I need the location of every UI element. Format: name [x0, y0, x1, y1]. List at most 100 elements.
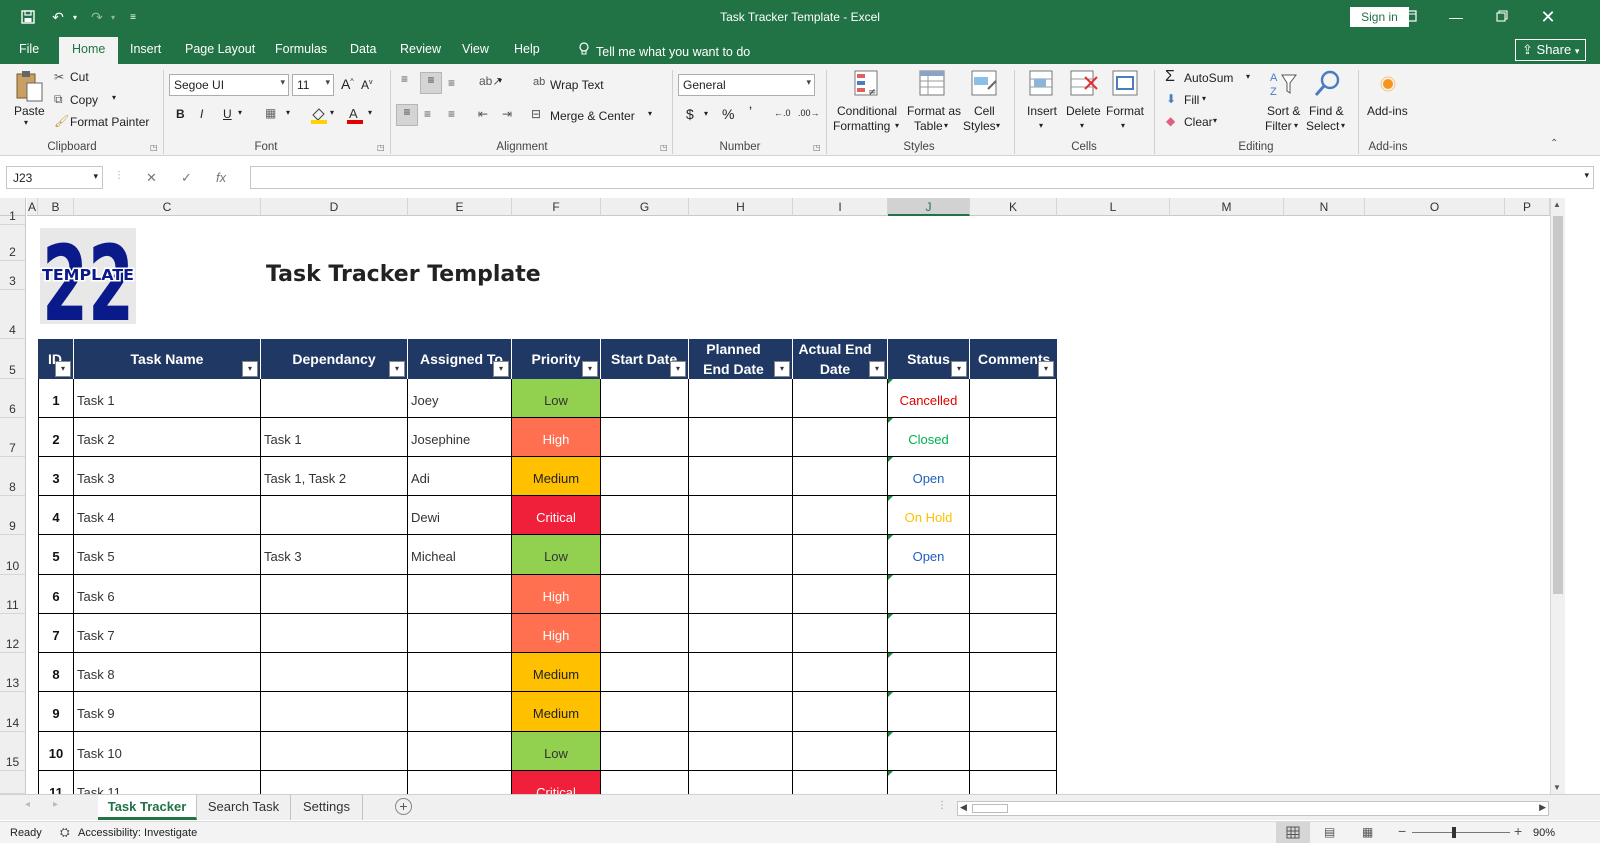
- tab-page-layout[interactable]: Page Layout: [185, 42, 255, 56]
- bold-button[interactable]: B: [176, 107, 185, 121]
- collapse-ribbon-icon[interactable]: ⌃: [1550, 138, 1558, 149]
- sheet-tab-settings[interactable]: Settings: [291, 795, 363, 820]
- align-middle-icon[interactable]: ≡: [420, 72, 442, 94]
- status-cell[interactable]: [888, 653, 970, 692]
- next-sheet-icon[interactable]: ▸: [53, 799, 58, 810]
- status-cell[interactable]: [888, 771, 970, 794]
- priority-cell[interactable]: High: [512, 575, 601, 614]
- align-right-icon[interactable]: ≡: [448, 107, 455, 121]
- planned-end-date-cell[interactable]: [689, 692, 793, 732]
- row-header[interactable]: 9: [0, 496, 26, 535]
- cut-button[interactable]: Cut: [70, 70, 89, 84]
- tab-formulas[interactable]: Formulas: [275, 42, 327, 56]
- row-header[interactable]: 14: [0, 692, 26, 732]
- conditional-formatting-icon[interactable]: ≠: [853, 69, 883, 102]
- status-cell[interactable]: Open: [888, 535, 970, 575]
- sort-filter-button[interactable]: Sort &: [1267, 104, 1300, 118]
- column-header-l[interactable]: L: [1057, 198, 1170, 216]
- start-date-cell[interactable]: [601, 614, 689, 653]
- id-cell[interactable]: 2: [38, 418, 74, 457]
- start-date-cell[interactable]: [601, 732, 689, 771]
- filter-dropdown-icon[interactable]: ▾: [493, 361, 509, 377]
- task-name-cell[interactable]: Task 5: [74, 535, 261, 575]
- fill-color-dropdown-icon[interactable]: ▾: [330, 108, 334, 117]
- merge-center-button[interactable]: Merge & Center: [550, 109, 635, 123]
- increase-decimal-icon[interactable]: ←.0: [774, 108, 791, 118]
- scroll-left-icon[interactable]: ◀: [960, 802, 967, 813]
- row-header[interactable]: 2: [0, 225, 26, 261]
- find-select-button[interactable]: Find &: [1309, 104, 1344, 118]
- column-header-a[interactable]: A: [27, 198, 38, 216]
- hscroll-thumb[interactable]: [972, 804, 1008, 813]
- decrease-indent-icon[interactable]: ⇤: [478, 107, 488, 121]
- start-date-cell[interactable]: [601, 692, 689, 732]
- merge-center-icon[interactable]: ⊟: [531, 107, 541, 121]
- actual-end-date-cell[interactable]: [793, 379, 888, 418]
- id-cell[interactable]: 4: [38, 496, 74, 535]
- comments-cell[interactable]: [970, 496, 1057, 535]
- filter-dropdown-icon[interactable]: ▾: [774, 361, 790, 377]
- assigned-to-cell[interactable]: Micheal: [408, 535, 512, 575]
- scroll-thumb[interactable]: [1553, 216, 1563, 594]
- paste-icon[interactable]: [14, 70, 44, 107]
- dependancy-cell[interactable]: [261, 496, 408, 535]
- priority-cell[interactable]: Medium: [512, 692, 601, 732]
- assigned-to-cell[interactable]: [408, 653, 512, 692]
- minimize-icon[interactable]: —: [1433, 4, 1479, 30]
- delete-cells-icon[interactable]: [1069, 69, 1099, 102]
- planned-end-date-cell[interactable]: [689, 379, 793, 418]
- clipboard-launcher-icon[interactable]: ◳: [150, 143, 158, 152]
- fill-color-icon[interactable]: [310, 106, 328, 127]
- id-cell[interactable]: 5: [38, 535, 74, 575]
- start-date-cell[interactable]: [601, 379, 689, 418]
- cancel-icon[interactable]: ✕: [146, 170, 157, 186]
- tab-review[interactable]: Review: [400, 42, 441, 56]
- zoom-level[interactable]: 90%: [1533, 827, 1555, 839]
- decrease-decimal-icon[interactable]: .00→: [798, 108, 820, 118]
- close-icon[interactable]: ✕: [1525, 4, 1571, 30]
- fill-dropdown-icon[interactable]: ▾: [1202, 94, 1206, 103]
- assigned-to-cell[interactable]: Dewi: [408, 496, 512, 535]
- assigned-to-cell[interactable]: [408, 692, 512, 732]
- planned-end-date-cell[interactable]: [689, 535, 793, 575]
- task-name-cell[interactable]: Task 6: [74, 575, 261, 614]
- priority-cell[interactable]: High: [512, 614, 601, 653]
- italic-button[interactable]: I: [200, 107, 203, 121]
- status-cell[interactable]: Cancelled: [888, 379, 970, 418]
- filter-dropdown-icon[interactable]: ▾: [55, 361, 71, 377]
- align-bottom-icon[interactable]: ≡: [448, 76, 455, 90]
- actual-end-date-cell[interactable]: [793, 575, 888, 614]
- task-name-cell[interactable]: Task 7: [74, 614, 261, 653]
- scroll-right-icon[interactable]: ▶: [1539, 802, 1546, 813]
- start-date-cell[interactable]: [601, 771, 689, 794]
- id-cell[interactable]: 10: [38, 732, 74, 771]
- tab-insert[interactable]: Insert: [130, 42, 161, 56]
- delete-button[interactable]: Delete: [1066, 104, 1101, 118]
- priority-cell[interactable]: High: [512, 418, 601, 457]
- planned-end-date-cell[interactable]: [689, 653, 793, 692]
- priority-cell[interactable]: Critical: [512, 496, 601, 535]
- copy-button[interactable]: Copy: [70, 93, 98, 107]
- font-color-dropdown-icon[interactable]: ▾: [368, 108, 372, 117]
- sheet-tab-search-task[interactable]: Search Task: [197, 795, 291, 820]
- assigned-to-cell[interactable]: Josephine: [408, 418, 512, 457]
- font-size-combo[interactable]: 11 ▾: [292, 74, 334, 96]
- assigned-to-cell[interactable]: [408, 771, 512, 794]
- id-cell[interactable]: 1: [38, 379, 74, 418]
- actual-end-date-cell[interactable]: [793, 692, 888, 732]
- status-cell[interactable]: [888, 692, 970, 732]
- align-top-icon[interactable]: ≡: [401, 72, 408, 86]
- scroll-down-icon[interactable]: ▼: [1553, 783, 1561, 792]
- number-launcher-icon[interactable]: ◳: [813, 143, 821, 152]
- actual-end-date-cell[interactable]: [793, 496, 888, 535]
- row-header[interactable]: 5: [0, 339, 26, 379]
- filter-dropdown-icon[interactable]: ▾: [389, 361, 405, 377]
- start-date-cell[interactable]: [601, 575, 689, 614]
- conditional-formatting-button[interactable]: Conditional: [837, 104, 897, 118]
- row-header[interactable]: 6: [0, 379, 26, 418]
- page-layout-view-icon[interactable]: ▤: [1324, 825, 1335, 839]
- currency-dropdown-icon[interactable]: ▾: [704, 109, 708, 118]
- font-color-icon[interactable]: A: [346, 106, 364, 127]
- priority-cell[interactable]: Medium: [512, 653, 601, 692]
- filter-dropdown-icon[interactable]: ▾: [242, 361, 258, 377]
